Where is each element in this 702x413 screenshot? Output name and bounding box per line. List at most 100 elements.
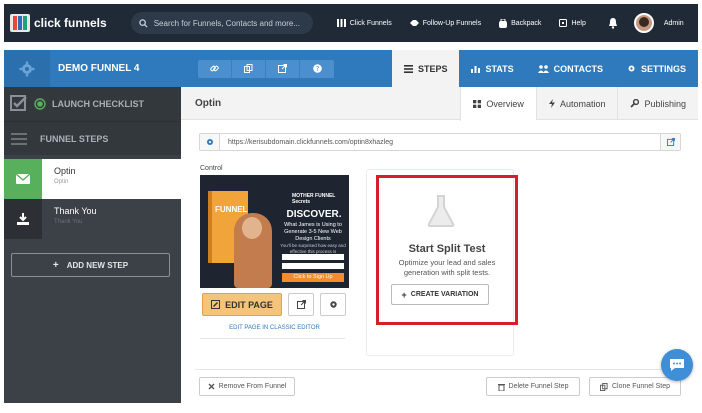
tab-settings[interactable]: SETTINGS [615,50,698,87]
funnel-steps-header: FUNNEL STEPS [4,121,181,155]
tab-automation-label: Automation [559,98,606,109]
nav-click-funnels[interactable]: Click Funnels [336,19,392,27]
download-icon [4,199,42,239]
close-icon [208,383,215,390]
external-link-icon [296,300,306,309]
checklist-icon [4,87,34,121]
thumbnail-field [282,254,344,260]
control-label: Control [200,165,223,172]
launch-checklist-label: LAUNCH CHECKLIST [52,99,144,109]
sidebar-step-optin[interactable]: Optin Optin [4,159,181,199]
tab-overview[interactable]: Overview [460,87,536,121]
link-icon [210,65,219,72]
delete-funnel-step-button[interactable]: Delete Funnel Step [486,377,580,396]
tab-automation[interactable]: Automation [535,87,618,120]
page-thumbnail[interactable]: FUNNEL MOTHER FUNNEL Secrets DISCOVER. W… [200,175,349,288]
thumbnail-field [282,263,344,269]
funnel-icon [336,19,346,27]
split-test-description: Optimize your lead and sales generation … [398,258,496,278]
chat-icon [670,359,684,371]
thumbnail-fine-print: You'll be surprised how easy and effecti… [280,243,346,254]
nav-click-funnels-label: Click Funnels [349,19,392,27]
status-dot-icon [34,98,46,110]
page-title: Optin [195,97,222,109]
gear-icon [19,61,35,76]
open-url-button[interactable] [660,134,680,150]
copy-button[interactable] [232,59,266,78]
bell-icon[interactable] [608,17,618,29]
page-url: https://kerisubdomain.clickfunnels.com/o… [228,138,393,146]
app-logo[interactable]: click funnels [10,14,107,32]
nav-follow-up-funnels[interactable]: Follow-Up Funnels [409,19,481,27]
funnel-title: DEMO FUNNEL 4 [58,63,140,74]
link-button[interactable] [198,59,232,78]
search-input[interactable]: Search for Funnels, Contacts and more... [130,12,313,34]
page-url-field[interactable]: https://kerisubdomain.clickfunnels.com/o… [199,133,681,151]
grid-icon [473,100,482,108]
funnel-actions: ? [198,59,334,78]
edit-page-button[interactable]: EDIT PAGE [202,293,282,316]
create-variation-button[interactable]: + CREATE VARIATION [391,284,489,305]
tab-stats[interactable]: STATS [459,50,525,87]
sidebar-step-thank-you[interactable]: Thank You Thank You [4,199,181,239]
thumbnail-subtext: What James is Using to Generate 3-5 New … [284,222,342,243]
copy-icon [600,382,608,391]
page-settings-button[interactable] [320,293,346,316]
step-type: Optin [54,179,69,185]
help-button[interactable]: ? [300,60,334,78]
classic-editor-link[interactable]: EDIT PAGE IN CLASSIC EDITOR [200,325,349,331]
bar-chart-icon [471,65,481,73]
tab-steps-label: STEPS [417,63,448,74]
help-icon [559,19,568,27]
funnel-settings-button[interactable] [4,50,50,87]
thumbnail-button: Click to Sign Up [282,273,344,282]
remove-from-funnel-button[interactable]: Remove From Funnel [199,377,295,396]
nav-backpack-label: Backpack [511,19,542,27]
step-content: Optin Overview Automation Publishing htt… [181,87,698,403]
pencil-icon [211,300,221,309]
search-placeholder: Search for Funnels, Contacts and more... [153,18,300,28]
menu-icon [4,122,34,156]
top-navigation: click funnels Search for Funnels, Contac… [4,4,698,42]
tab-contacts[interactable]: CONTACTS [526,50,615,87]
remove-label: Remove From Funnel [218,383,287,390]
open-external-button[interactable] [266,59,300,78]
plus-icon: + [52,259,59,271]
svg-text:?: ? [315,65,319,73]
edit-page-label: EDIT PAGE [225,299,273,310]
divider [200,338,345,339]
thumbnail-brand: MOTHER FUNNEL Secrets [292,193,336,205]
tab-stats-label: STATS [485,63,514,74]
sidebar: LAUNCH CHECKLIST FUNNEL STEPS Optin Opti… [4,87,181,403]
copy-icon [244,64,253,73]
tab-publishing[interactable]: Publishing [617,87,698,120]
divider [195,369,685,370]
step-type: Thank You [54,219,83,225]
tab-contacts-label: CONTACTS [553,63,603,74]
external-link-icon [666,138,675,146]
list-icon [403,64,413,73]
users-icon [537,64,549,73]
user-menu[interactable]: Admin [664,20,684,27]
add-new-step-button[interactable]: + ADD NEW STEP [11,253,170,277]
nav-backpack[interactable]: Backpack [499,18,542,28]
cog-icon [628,65,635,72]
question-icon: ? [312,64,322,73]
step-name: Optin [54,166,76,176]
clone-label: Clone Funnel Step [612,383,670,390]
clone-funnel-step-button[interactable]: Clone Funnel Step [589,377,681,396]
funnel-header: DEMO FUNNEL 4 ? STEPS STATS CONTACTS SET… [4,50,698,87]
tab-settings-label: SETTINGS [640,63,686,74]
launch-checklist[interactable]: LAUNCH CHECKLIST [4,87,181,121]
bolt-icon [548,99,555,108]
nav-help[interactable]: Help [559,19,586,27]
thumbnail-headline: DISCOVER. [286,209,342,220]
step-name: Thank You [54,206,97,216]
chat-widget-button[interactable] [661,349,693,381]
avatar[interactable] [633,13,654,33]
preview-button[interactable] [288,293,314,316]
handshake-icon [409,20,419,26]
url-settings-button[interactable] [200,134,220,150]
gear-icon [206,139,213,145]
tab-steps[interactable]: STEPS [391,50,460,87]
